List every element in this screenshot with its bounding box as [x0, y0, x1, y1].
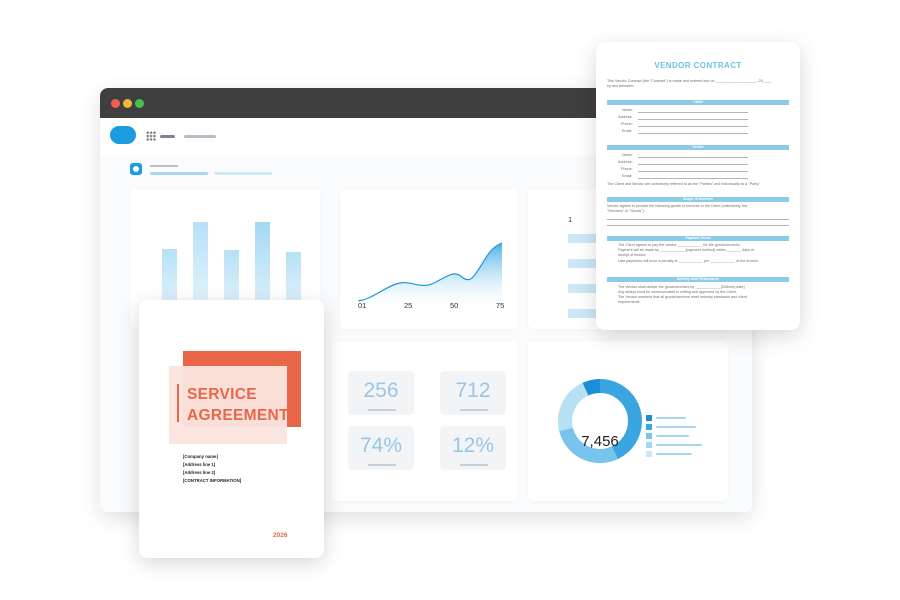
- vendor-contract-document[interactable]: VENDOR CONTRACT This Vendor Contract (th…: [596, 42, 800, 330]
- section-header-payment: Payment Terms: [607, 236, 789, 241]
- close-window-button[interactable]: [111, 99, 120, 108]
- donut-chart-card[interactable]: 7,456: [528, 341, 728, 501]
- area-fill: [358, 243, 502, 307]
- field-label: Email:: [622, 129, 633, 133]
- legend-label-placeholder: [656, 426, 696, 428]
- legend-label-placeholder: [656, 435, 689, 437]
- payment-term: receipt of invoice.: [618, 253, 647, 257]
- stats-card[interactable]: 256 712 74% 12%: [332, 341, 518, 501]
- document-title: VENDOR CONTRACT: [654, 61, 742, 70]
- legend-swatch: [646, 442, 652, 448]
- stat-caption-placeholder: [368, 409, 396, 411]
- legend-swatch: [646, 451, 652, 457]
- stat-caption-placeholder: [368, 464, 396, 466]
- field-label: Address:: [618, 115, 633, 119]
- x-tick-label: 75: [496, 301, 505, 310]
- field-line[interactable]: [638, 126, 748, 127]
- payment-term: Late payments will incur a penalty of __…: [618, 259, 759, 263]
- legend-label-placeholder: [656, 417, 686, 419]
- legend-label-placeholder: [656, 453, 692, 455]
- legend-swatch: [646, 415, 652, 421]
- stat-value: 712: [455, 379, 491, 402]
- contract-info-line: [CONTRACT INFORMATION]: [183, 478, 242, 483]
- payment-term: Payment will be made by ____________ [pa…: [618, 248, 754, 252]
- address-line: [Address line 1]: [183, 462, 216, 467]
- document-title: SERVICE AGREEMENT: [187, 386, 289, 424]
- area-chart-card[interactable]: 01 25 50 75: [340, 189, 518, 329]
- delivery-term: Any delays must be communicated in writi…: [618, 290, 737, 294]
- delivery-term: The Vendor shall deliver the goods/servi…: [618, 285, 746, 289]
- field-label: Name:: [622, 108, 633, 112]
- scope-text: Vendor agrees to provide the following g…: [607, 204, 748, 208]
- service-agreement-document[interactable]: SERVICE AGREEMENT [Company name] [Addres…: [139, 300, 324, 558]
- payment-term: The Client agrees to pay the vendor ____…: [618, 243, 741, 247]
- stat-tile[interactable]: 712: [440, 371, 506, 415]
- section-header-vendor: Vendor: [607, 145, 789, 150]
- record-subtitle-placeholder: [214, 172, 272, 175]
- field-line[interactable]: [638, 164, 748, 165]
- stat-tile[interactable]: 74%: [348, 426, 414, 470]
- field-line[interactable]: [638, 171, 748, 172]
- x-tick-label: 01: [358, 301, 367, 310]
- delivery-term: The Vendor warrants that all goods/servi…: [618, 295, 747, 299]
- stat-value: 74%: [359, 434, 403, 457]
- donut-center-value: 7,456: [581, 433, 619, 450]
- maximize-window-button[interactable]: [135, 99, 144, 108]
- field-label: Email:: [622, 174, 633, 178]
- section-header-delivery: Delivery And Performance: [607, 277, 789, 282]
- delivery-term: requirements.: [618, 300, 641, 304]
- record-icon: [130, 163, 142, 175]
- stat-tile[interactable]: 12%: [440, 426, 506, 470]
- title-rule: [177, 384, 179, 422]
- company-name-line: [Company name]: [183, 454, 218, 459]
- field-line[interactable]: [638, 119, 748, 120]
- document-year: 2026: [273, 532, 288, 539]
- cloud-logo-icon[interactable]: [110, 126, 136, 144]
- field-label: Phone:: [621, 122, 633, 126]
- legend-swatch: [646, 433, 652, 439]
- legend-swatch: [646, 424, 652, 430]
- area-chart: [357, 242, 503, 307]
- section-header-scope: Scope Of Services: [607, 197, 789, 202]
- legend-label-placeholder: [656, 444, 702, 446]
- nav-item-placeholder[interactable]: [184, 135, 216, 138]
- field-line[interactable]: [638, 112, 748, 113]
- field-label: Phone:: [621, 167, 633, 171]
- address-line: [Address line 2]: [183, 470, 216, 475]
- record-title-placeholder: [150, 172, 208, 175]
- stat-caption-placeholder: [460, 464, 488, 466]
- intro-text: by and between:: [607, 84, 635, 88]
- list-chart-label: 1: [568, 215, 573, 224]
- minimize-window-button[interactable]: [123, 99, 132, 108]
- blank-line[interactable]: [607, 225, 789, 226]
- field-label: Address:: [618, 160, 633, 164]
- record-label-placeholder: [150, 165, 178, 167]
- scope-text: "Services" or "Goods"):: [607, 209, 645, 213]
- parties-note: The Client and Vendor are collectively r…: [607, 182, 761, 186]
- stat-tile[interactable]: 256: [348, 371, 414, 415]
- x-tick-label: 50: [450, 301, 459, 310]
- stat-value: 256: [363, 379, 399, 402]
- field-line[interactable]: [638, 157, 748, 158]
- x-tick-label: 25: [404, 301, 413, 310]
- app-grid-icon[interactable]: [146, 131, 156, 141]
- blank-line[interactable]: [607, 219, 789, 220]
- intro-text: This Vendor Contract (the "Contract") is…: [607, 79, 771, 83]
- field-line[interactable]: [638, 178, 748, 179]
- stat-caption-placeholder: [460, 409, 488, 411]
- field-line[interactable]: [638, 133, 748, 134]
- donut-chart: [558, 379, 642, 463]
- section-header-client: Client: [607, 100, 789, 105]
- stat-value: 12%: [451, 434, 495, 457]
- nav-item-placeholder[interactable]: [160, 135, 175, 138]
- field-label: Name:: [622, 153, 633, 157]
